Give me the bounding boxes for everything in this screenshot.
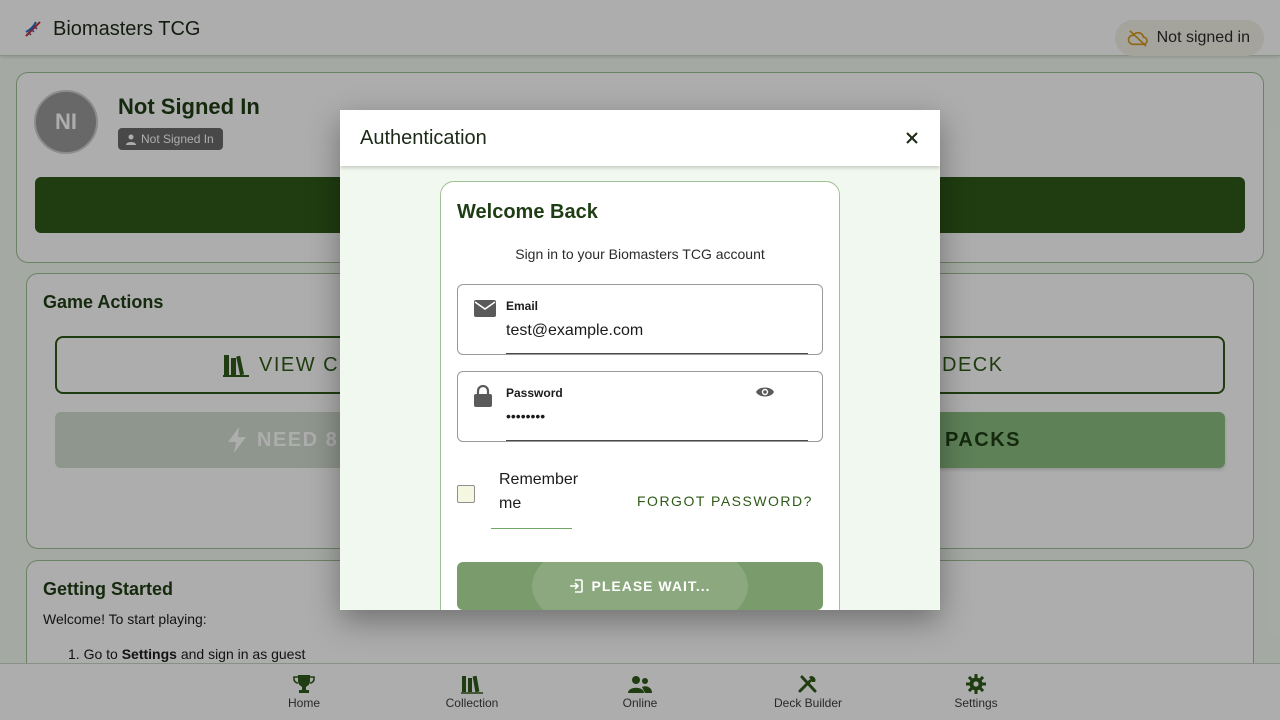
remember-me-label: Remember me	[499, 471, 579, 512]
lock-icon	[474, 385, 492, 407]
sign-in-button-label: PLEASE WAIT...	[591, 578, 711, 594]
remember-me[interactable]: Remember me	[457, 468, 587, 530]
sign-in-subtitle: Sign in to your Biomasters TCG account	[515, 246, 765, 262]
mail-icon	[474, 300, 496, 317]
sign-in-card: Welcome Back Sign in to your Biomasters …	[440, 181, 840, 610]
email-underline	[506, 353, 808, 354]
password-input[interactable]: ••••••••	[506, 408, 756, 424]
close-button[interactable]	[902, 128, 922, 148]
dialog-title: Authentication	[360, 127, 487, 149]
dialog-header: Authentication	[340, 110, 940, 166]
password-underline	[506, 440, 808, 441]
eye-icon[interactable]	[755, 384, 775, 400]
sign-in-button[interactable]: PLEASE WAIT...	[457, 562, 823, 610]
email-label: Email	[506, 299, 539, 313]
password-label: Password	[506, 386, 563, 400]
close-icon	[906, 132, 918, 144]
login-icon	[570, 579, 584, 593]
email-field[interactable]: Email	[457, 284, 823, 355]
remember-me-underline	[491, 528, 572, 529]
email-input[interactable]	[506, 322, 756, 340]
authentication-dialog: Authentication Welcome Back Sign in to y…	[340, 110, 940, 610]
password-field[interactable]: Password ••••••••	[457, 371, 823, 442]
remember-me-checkbox[interactable]	[457, 485, 475, 503]
forgot-password-link[interactable]: FORGOT PASSWORD?	[637, 493, 813, 509]
sign-in-title: Welcome Back	[457, 201, 598, 223]
